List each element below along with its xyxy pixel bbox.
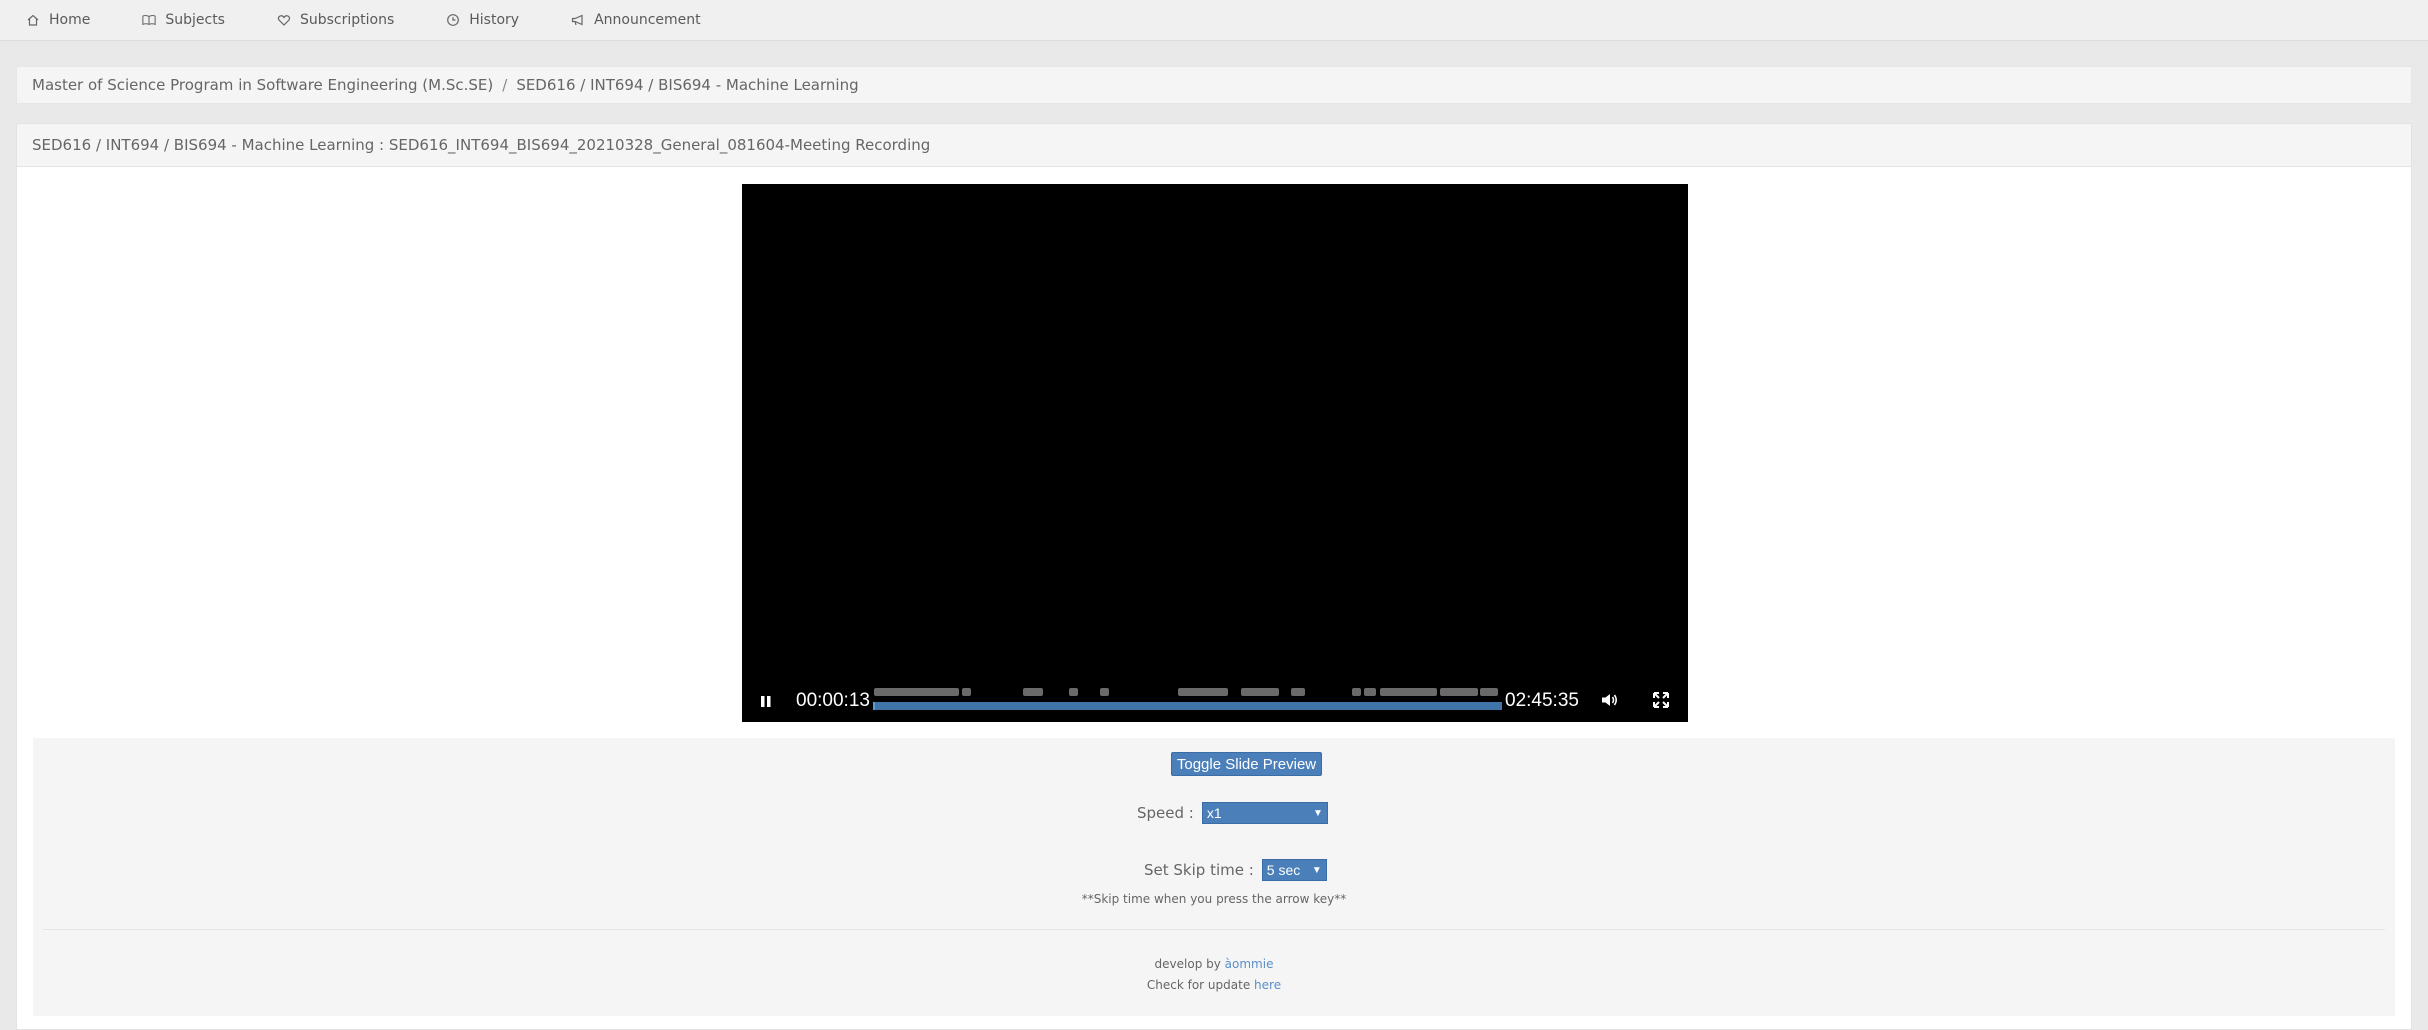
nav-history[interactable]: History xyxy=(446,12,519,28)
buffered-segment xyxy=(962,688,971,696)
update-here-link[interactable]: here xyxy=(1254,978,1281,992)
skip-time-select[interactable]: 5 sec ▼ xyxy=(1261,859,1327,881)
nav-home-label: Home xyxy=(49,12,91,28)
recording-panel: SED616 / INT694 / BIS694 - Machine Learn… xyxy=(16,123,2412,1030)
skip-time-label: Set Skip time : xyxy=(1144,861,1254,879)
speed-row: Speed : x1 ▼ xyxy=(1137,802,1328,824)
recording-title: SED616 / INT694 / BIS694 - Machine Learn… xyxy=(32,136,931,154)
seek-bar[interactable] xyxy=(873,688,1502,711)
progress-track xyxy=(873,702,1502,710)
buffered-segment xyxy=(1100,688,1109,696)
megaphone-icon xyxy=(571,14,583,26)
fullscreen-button[interactable] xyxy=(1653,692,1669,708)
speed-value: x1 xyxy=(1206,805,1222,821)
breadcrumb: Master of Science Program in Software En… xyxy=(16,66,2412,104)
buffered-segment xyxy=(1440,688,1478,696)
develop-by-text: develop by xyxy=(1154,957,1221,971)
panel-heading: SED616 / INT694 / BIS694 - Machine Learn… xyxy=(17,124,2411,167)
breadcrumb-course: SED616 / INT694 / BIS694 - Machine Learn… xyxy=(516,76,859,94)
buffered-segment xyxy=(1178,688,1228,696)
buffered-segment xyxy=(874,688,959,696)
duration: 02:45:35 xyxy=(1505,690,1579,711)
book-icon xyxy=(142,14,156,26)
breadcrumb-program-link[interactable]: Master of Science Program in Software En… xyxy=(32,76,493,94)
buffered-segment xyxy=(1069,688,1078,696)
buffered-segment xyxy=(1480,688,1498,696)
nav-subscriptions-label: Subscriptions xyxy=(299,12,395,28)
divider xyxy=(43,929,2385,930)
clock-icon xyxy=(447,14,460,26)
skip-time-note: **Skip time when you press the arrow key… xyxy=(1081,892,1347,906)
player-options: Toggle Slide Preview Speed : x1 ▼ Set Sk… xyxy=(33,738,2395,1016)
skip-time-row: Set Skip time : 5 sec ▼ xyxy=(1144,859,1327,881)
chevron-down-icon: ▼ xyxy=(1311,864,1322,876)
toggle-slide-preview-button[interactable]: Toggle Slide Preview xyxy=(1171,752,1322,776)
nav-announcement[interactable]: Announcement xyxy=(571,12,701,28)
nav-home[interactable]: Home xyxy=(26,12,90,28)
footer-update: Check for update here xyxy=(33,978,2395,992)
buffered-segment xyxy=(1291,688,1305,696)
nav-subscriptions[interactable]: Subscriptions xyxy=(277,12,394,28)
buffered-segment xyxy=(1364,688,1376,696)
progress-fill xyxy=(873,702,875,710)
footer-credit: develop by àommie xyxy=(33,957,2395,971)
breadcrumb-separator: / xyxy=(502,76,508,94)
video-player[interactable]: 00:00:13 02:45:35 xyxy=(742,184,1688,722)
pause-button[interactable] xyxy=(760,693,772,707)
author-link[interactable]: àommie xyxy=(1225,957,1274,971)
top-navbar: Home Subjects Subscriptions History Anno… xyxy=(0,0,2428,41)
buffered-segment xyxy=(1352,688,1361,696)
heart-icon xyxy=(277,15,291,26)
nav-subjects-label: Subjects xyxy=(165,12,225,28)
pause-icon xyxy=(761,696,771,707)
nav-subjects[interactable]: Subjects xyxy=(142,12,225,28)
nav-history-label: History xyxy=(469,12,520,28)
speed-select[interactable]: x1 ▼ xyxy=(1201,802,1328,824)
fullscreen-icon xyxy=(1653,692,1669,708)
current-time: 00:00:13 xyxy=(796,690,870,711)
speed-label: Speed : xyxy=(1137,804,1194,822)
skip-time-value: 5 sec xyxy=(1266,862,1301,878)
volume-button[interactable] xyxy=(1601,692,1619,708)
video-controls: 00:00:13 02:45:35 xyxy=(742,678,1688,722)
check-update-text: Check for update xyxy=(1146,978,1251,992)
buffered-segment xyxy=(1241,688,1279,696)
home-icon xyxy=(27,14,39,26)
buffered-segment xyxy=(1380,688,1437,696)
volume-icon xyxy=(1602,694,1618,706)
buffered-segment xyxy=(1023,688,1043,696)
nav-announcement-label: Announcement xyxy=(594,12,701,28)
chevron-down-icon: ▼ xyxy=(1312,807,1323,819)
